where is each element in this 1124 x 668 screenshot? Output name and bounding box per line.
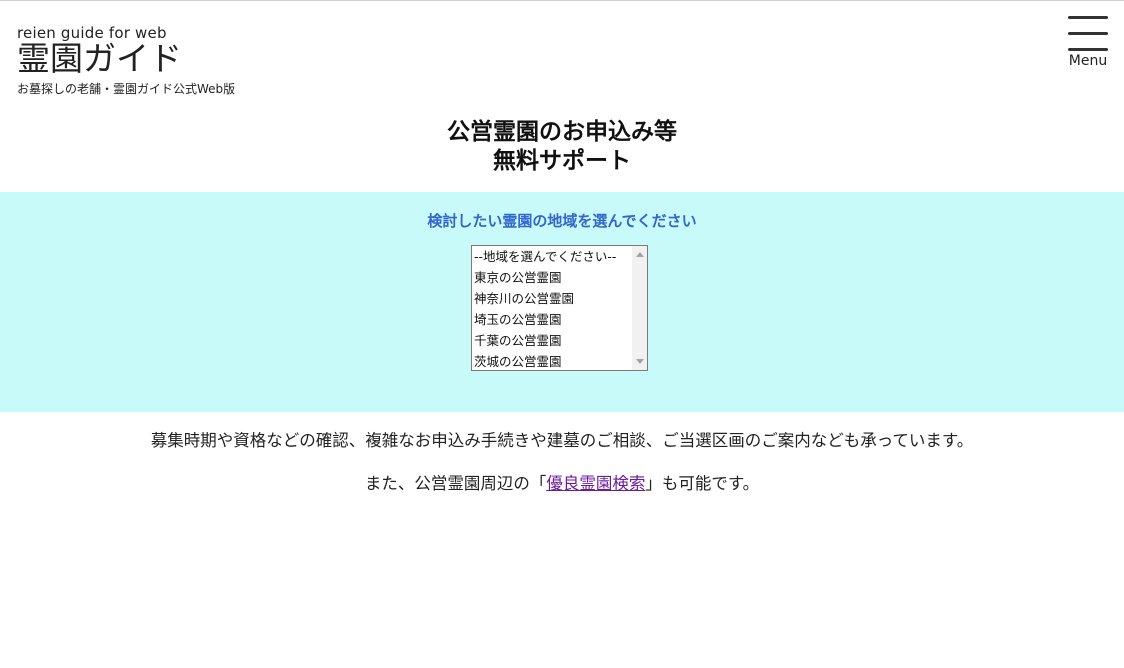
region-option-tokyo[interactable]: 東京の公営霊園 bbox=[474, 268, 632, 289]
cemetery-search-link[interactable]: 優良霊園検索 bbox=[546, 474, 645, 493]
region-option-placeholder[interactable]: --地域を選んでください-- bbox=[474, 247, 632, 268]
menu-button[interactable]: Menu bbox=[1068, 16, 1109, 70]
scroll-up-arrow-icon[interactable] bbox=[636, 252, 644, 257]
region-option-kanagawa[interactable]: 神奈川の公営霊園 bbox=[474, 289, 632, 310]
search-info: また、公営霊園周辺の「優良霊園検索」も可能です。 bbox=[0, 472, 1124, 496]
support-description: 募集時期や資格などの確認、複雑なお申込み手続きや建墓のご相談、ご当選区画のご案内… bbox=[150, 431, 974, 450]
site-logo[interactable]: reien guide for web 霊園ガイド お墓探しの老舗・霊園ガイド公… bbox=[17, 25, 277, 97]
region-option-saitama[interactable]: 埼玉の公営霊園 bbox=[474, 310, 632, 331]
page-title-line-1: 公営霊園のお申込み等 bbox=[447, 119, 677, 145]
logo-tagline: お墓探しの老舗・霊園ガイド公式Web版 bbox=[17, 82, 236, 96]
search-info-suffix: 」も可能です。 bbox=[645, 474, 760, 493]
region-select-heading: 検討したい霊園の地域を選んでください bbox=[427, 212, 697, 230]
region-listbox-scrollbar[interactable] bbox=[632, 246, 647, 370]
menu-bar-middle bbox=[1068, 32, 1108, 35]
page-title-line-2: 無料サポート bbox=[493, 148, 631, 174]
region-options: --地域を選んでください-- 東京の公営霊園 神奈川の公営霊園 埼玉の公営霊園 … bbox=[474, 247, 632, 370]
region-listbox[interactable]: --地域を選んでください-- 東京の公営霊園 神奈川の公営霊園 埼玉の公営霊園 … bbox=[471, 245, 648, 371]
scroll-down-arrow-icon[interactable] bbox=[636, 359, 644, 364]
menu-bar-top bbox=[1068, 16, 1108, 19]
menu-bar-bottom bbox=[1068, 48, 1108, 51]
menu-label: Menu bbox=[1068, 53, 1108, 69]
search-info-prefix: また、公営霊園周辺の「 bbox=[364, 474, 547, 493]
logo-japanese-text: 霊園ガイド bbox=[17, 39, 182, 78]
page-title: 公営霊園のお申込み等 無料サポート bbox=[0, 118, 1124, 176]
top-border-line bbox=[0, 0, 1124, 1]
region-option-ibaraki[interactable]: 茨城の公営霊園 bbox=[474, 352, 632, 370]
region-option-chiba[interactable]: 千葉の公営霊園 bbox=[474, 331, 632, 352]
